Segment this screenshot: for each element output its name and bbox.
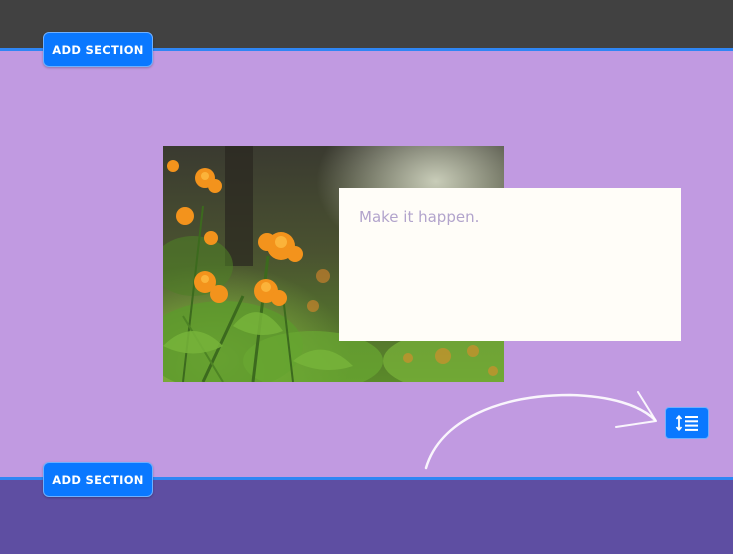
section-spacing-button[interactable] (665, 407, 709, 439)
text-block[interactable]: Make it happen. (339, 188, 681, 341)
caption-text[interactable]: Make it happen. (359, 208, 661, 226)
add-section-button-bottom[interactable]: ADD SECTION (43, 462, 153, 497)
add-section-button-top[interactable]: ADD SECTION (43, 32, 153, 67)
editor-canvas: Make it happen. ADD SECTION ADD SECTION (0, 0, 733, 554)
line-spacing-icon (675, 415, 698, 431)
